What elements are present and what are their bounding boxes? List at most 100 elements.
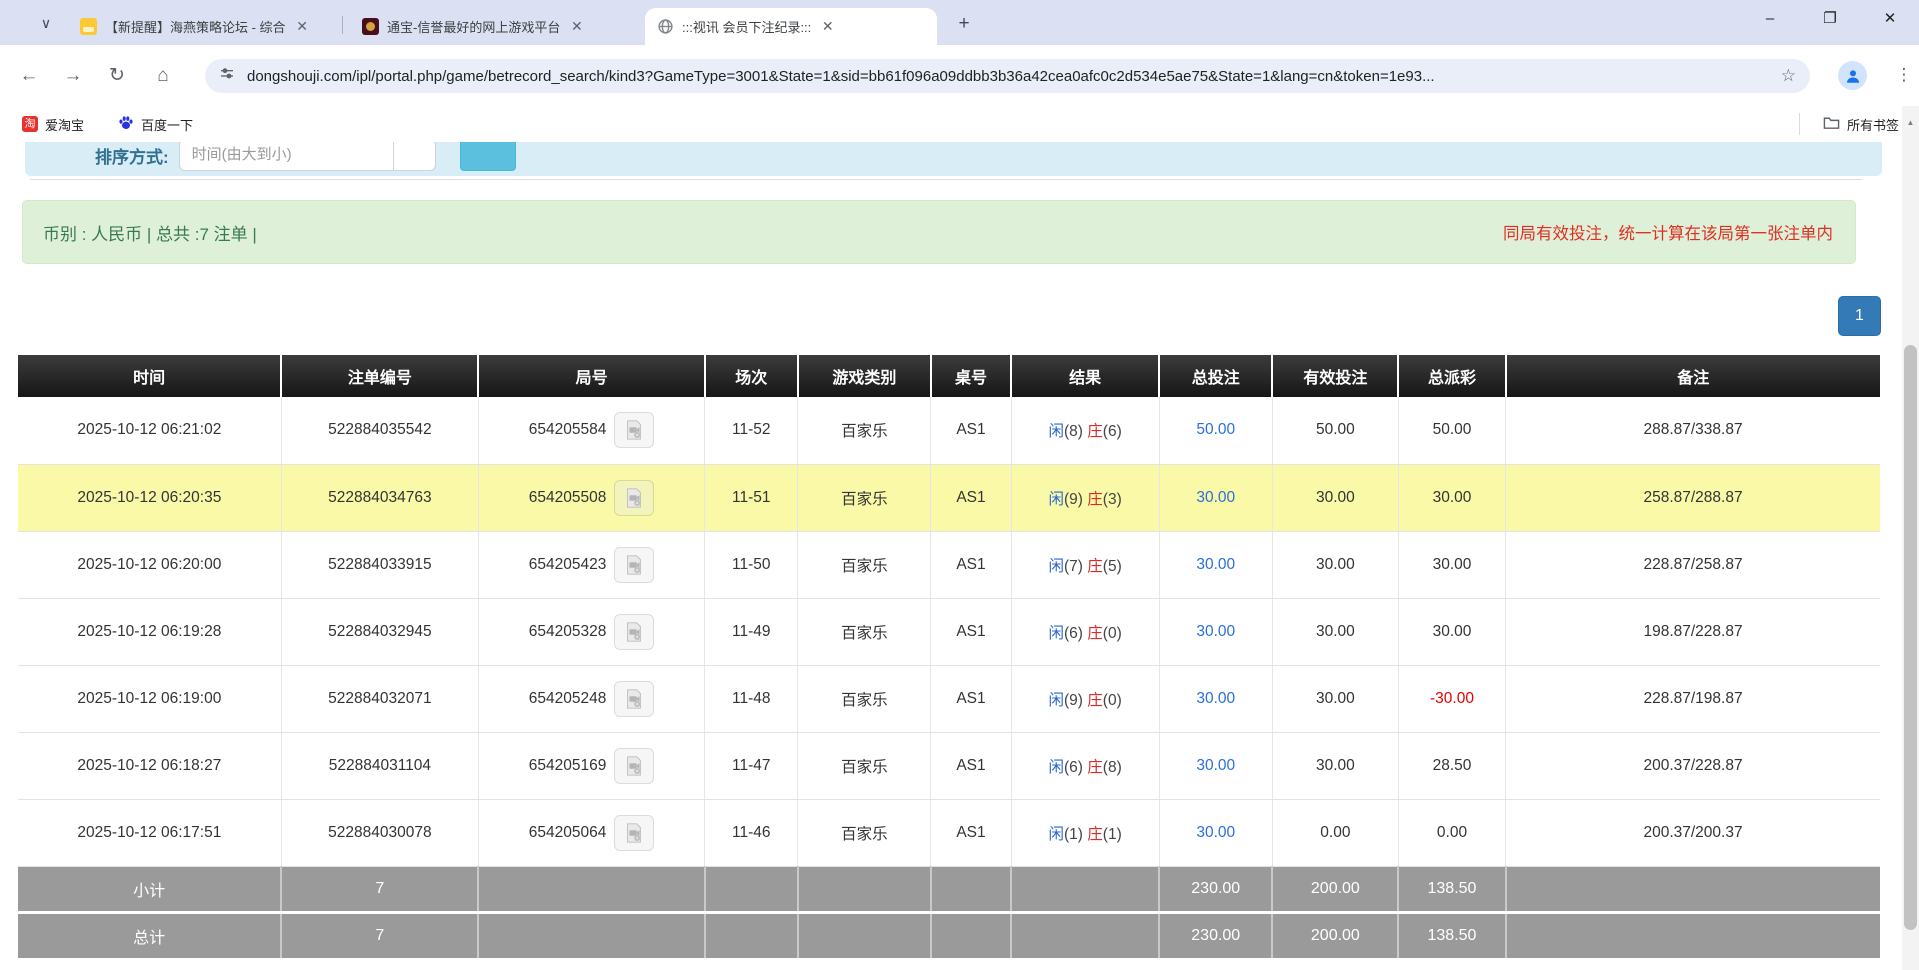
browser-menu-icon[interactable]: ⋮: [1890, 61, 1918, 89]
window-close-button[interactable]: ✕: [1875, 4, 1905, 34]
video-replay-button[interactable]: [614, 815, 654, 851]
summary-alert: 币别 : 人民币 | 总共 :7 注单 | 同局有效投注，统一计算在该局第一张注…: [22, 200, 1856, 264]
cell-result: 闲(9) 庄(0): [1011, 665, 1159, 732]
cell-table-number: AS1: [931, 397, 1011, 464]
cell-total-bet[interactable]: 30.00: [1159, 464, 1272, 531]
forum-favicon-icon: [80, 18, 97, 35]
cell-remark: 200.37/228.87: [1506, 732, 1880, 799]
total-bet-link: 50.00: [1196, 421, 1235, 438]
cell-remark: 258.87/288.87: [1506, 464, 1880, 531]
cell-time: 2025-10-12 06:19:28: [18, 598, 281, 665]
table-row: 2025-10-12 06:18:27522884031104654205169…: [18, 732, 1880, 799]
video-replay-button[interactable]: [614, 748, 654, 784]
grand-total-row: 总计 7 230.00 200.00 138.50: [18, 912, 1880, 958]
refresh-icon[interactable]: ↻: [102, 61, 132, 91]
vertical-scrollbar[interactable]: ▲: [1902, 106, 1919, 970]
bet-record-table: 时间注单编号局号场次游戏类别桌号结果总投注有效投注总派彩备注 2025-10-1…: [18, 355, 1880, 958]
subtotal-payout: 138.50: [1398, 866, 1505, 912]
cell-total-bet[interactable]: 30.00: [1159, 799, 1272, 866]
tab-list-chevron-icon[interactable]: ∨: [36, 13, 56, 33]
total-payout: 138.50: [1398, 912, 1505, 958]
cell-session: 11-46: [705, 799, 798, 866]
tab-title: 【新提醒】海燕策略论坛 - 综合: [105, 17, 286, 36]
total-bet-link: 30.00: [1196, 824, 1235, 841]
cell-total-bet[interactable]: 30.00: [1159, 665, 1272, 732]
cell-time: 2025-10-12 06:21:02: [18, 397, 281, 464]
scrollbar-thumb[interactable]: [1904, 345, 1917, 930]
cell-bet-number: 522884030078: [281, 799, 478, 866]
total-bet-link: 30.00: [1196, 489, 1235, 506]
column-header: 桌号: [931, 355, 1011, 397]
scroll-up-arrow-icon[interactable]: ▲: [1902, 118, 1919, 127]
bookmark-taobao[interactable]: 淘 爱淘宝: [22, 115, 84, 134]
bookmark-baidu[interactable]: 百度一下: [118, 115, 193, 134]
cell-payout: 30.00: [1398, 598, 1505, 665]
cell-session: 11-47: [705, 732, 798, 799]
home-icon[interactable]: ⌂: [148, 61, 178, 91]
sort-select[interactable]: [394, 142, 436, 171]
forward-icon[interactable]: →: [58, 61, 88, 91]
cell-total-bet[interactable]: 30.00: [1159, 732, 1272, 799]
cell-game-type: 百家乐: [798, 464, 931, 531]
video-replay-button[interactable]: [614, 547, 654, 583]
sort-filter-panel: 排序方式: 时间(由大到小): [25, 142, 1882, 176]
table-row: 2025-10-12 06:20:35522884034763654205508…: [18, 464, 1880, 531]
video-replay-button[interactable]: [614, 614, 654, 650]
profile-avatar[interactable]: [1838, 61, 1867, 90]
page-content: 排序方式: 时间(由大到小) 币别 : 人民币 | 总共 :7 注单 | 同局有…: [0, 142, 1902, 970]
bookmarks-bar: 淘 爱淘宝 百度一下 所有书签: [0, 106, 1919, 142]
column-header: 时间: [18, 355, 281, 397]
video-replay-button[interactable]: [614, 412, 654, 448]
subtotal-row: 小计 7 230.00 200.00 138.50: [18, 866, 1880, 912]
window-minimize-button[interactable]: –: [1755, 4, 1785, 34]
tab-close-icon[interactable]: ✕: [294, 18, 311, 35]
new-tab-button[interactable]: +: [950, 11, 978, 39]
url-text[interactable]: dongshouji.com/ipl/portal.php/game/betre…: [247, 68, 1771, 85]
cell-valid-bet: 50.00: [1272, 397, 1398, 464]
cell-valid-bet: 30.00: [1272, 598, 1398, 665]
all-bookmarks-button[interactable]: 所有书签: [1823, 115, 1899, 134]
sort-label: 排序方式:: [95, 143, 169, 168]
address-bar[interactable]: dongshouji.com/ipl/portal.php/game/betre…: [205, 59, 1810, 93]
cell-table-number: AS1: [931, 732, 1011, 799]
cell-total-bet[interactable]: 50.00: [1159, 397, 1272, 464]
search-button[interactable]: [460, 142, 516, 171]
video-replay-button[interactable]: [614, 480, 654, 516]
cell-total-bet[interactable]: 30.00: [1159, 531, 1272, 598]
browser-tab-2[interactable]: 通宝-信誉最好的网上游戏平台 ✕: [350, 8, 628, 45]
cell-bet-number: 522884035542: [281, 397, 478, 464]
sort-input[interactable]: 时间(由大到小): [179, 142, 394, 171]
browser-tab-3-active[interactable]: :::视讯 会员下注纪录::: ✕: [645, 8, 937, 45]
cell-game-type: 百家乐: [798, 598, 931, 665]
cell-table-number: AS1: [931, 665, 1011, 732]
cell-game-type: 百家乐: [798, 799, 931, 866]
divider: [30, 179, 1862, 180]
tab-close-icon[interactable]: ✕: [819, 18, 836, 35]
pagination-page-1-button[interactable]: 1: [1838, 296, 1881, 336]
cell-time: 2025-10-12 06:18:27: [18, 732, 281, 799]
column-header: 备注: [1506, 355, 1880, 397]
site-settings-icon[interactable]: [219, 66, 235, 87]
cell-valid-bet: 30.00: [1272, 464, 1398, 531]
cell-table-number: AS1: [931, 464, 1011, 531]
cell-total-bet[interactable]: 30.00: [1159, 598, 1272, 665]
bookmark-label: 百度一下: [141, 115, 193, 134]
window-maximize-button[interactable]: ❐: [1815, 4, 1845, 34]
taobao-icon: 淘: [22, 116, 38, 132]
cell-valid-bet: 30.00: [1272, 732, 1398, 799]
tab-close-icon[interactable]: ✕: [568, 18, 585, 35]
cell-payout: 30.00: [1398, 464, 1505, 531]
cell-result: 闲(1) 庄(1): [1011, 799, 1159, 866]
cell-payout: 30.00: [1398, 531, 1505, 598]
cell-remark: 288.87/338.87: [1506, 397, 1880, 464]
column-header: 有效投注: [1272, 355, 1398, 397]
cell-remark: 228.87/258.87: [1506, 531, 1880, 598]
bookmark-star-icon[interactable]: ☆: [1781, 66, 1796, 86]
browser-tab-1[interactable]: 【新提醒】海燕策略论坛 - 综合 ✕: [68, 8, 336, 45]
bookmarks-separator: [1799, 113, 1800, 135]
cell-round-number: 654205508: [478, 464, 704, 531]
cell-round-number: 654205584: [478, 397, 704, 464]
back-icon[interactable]: ←: [14, 61, 44, 91]
cell-session: 11-51: [705, 464, 798, 531]
video-replay-button[interactable]: [614, 681, 654, 717]
